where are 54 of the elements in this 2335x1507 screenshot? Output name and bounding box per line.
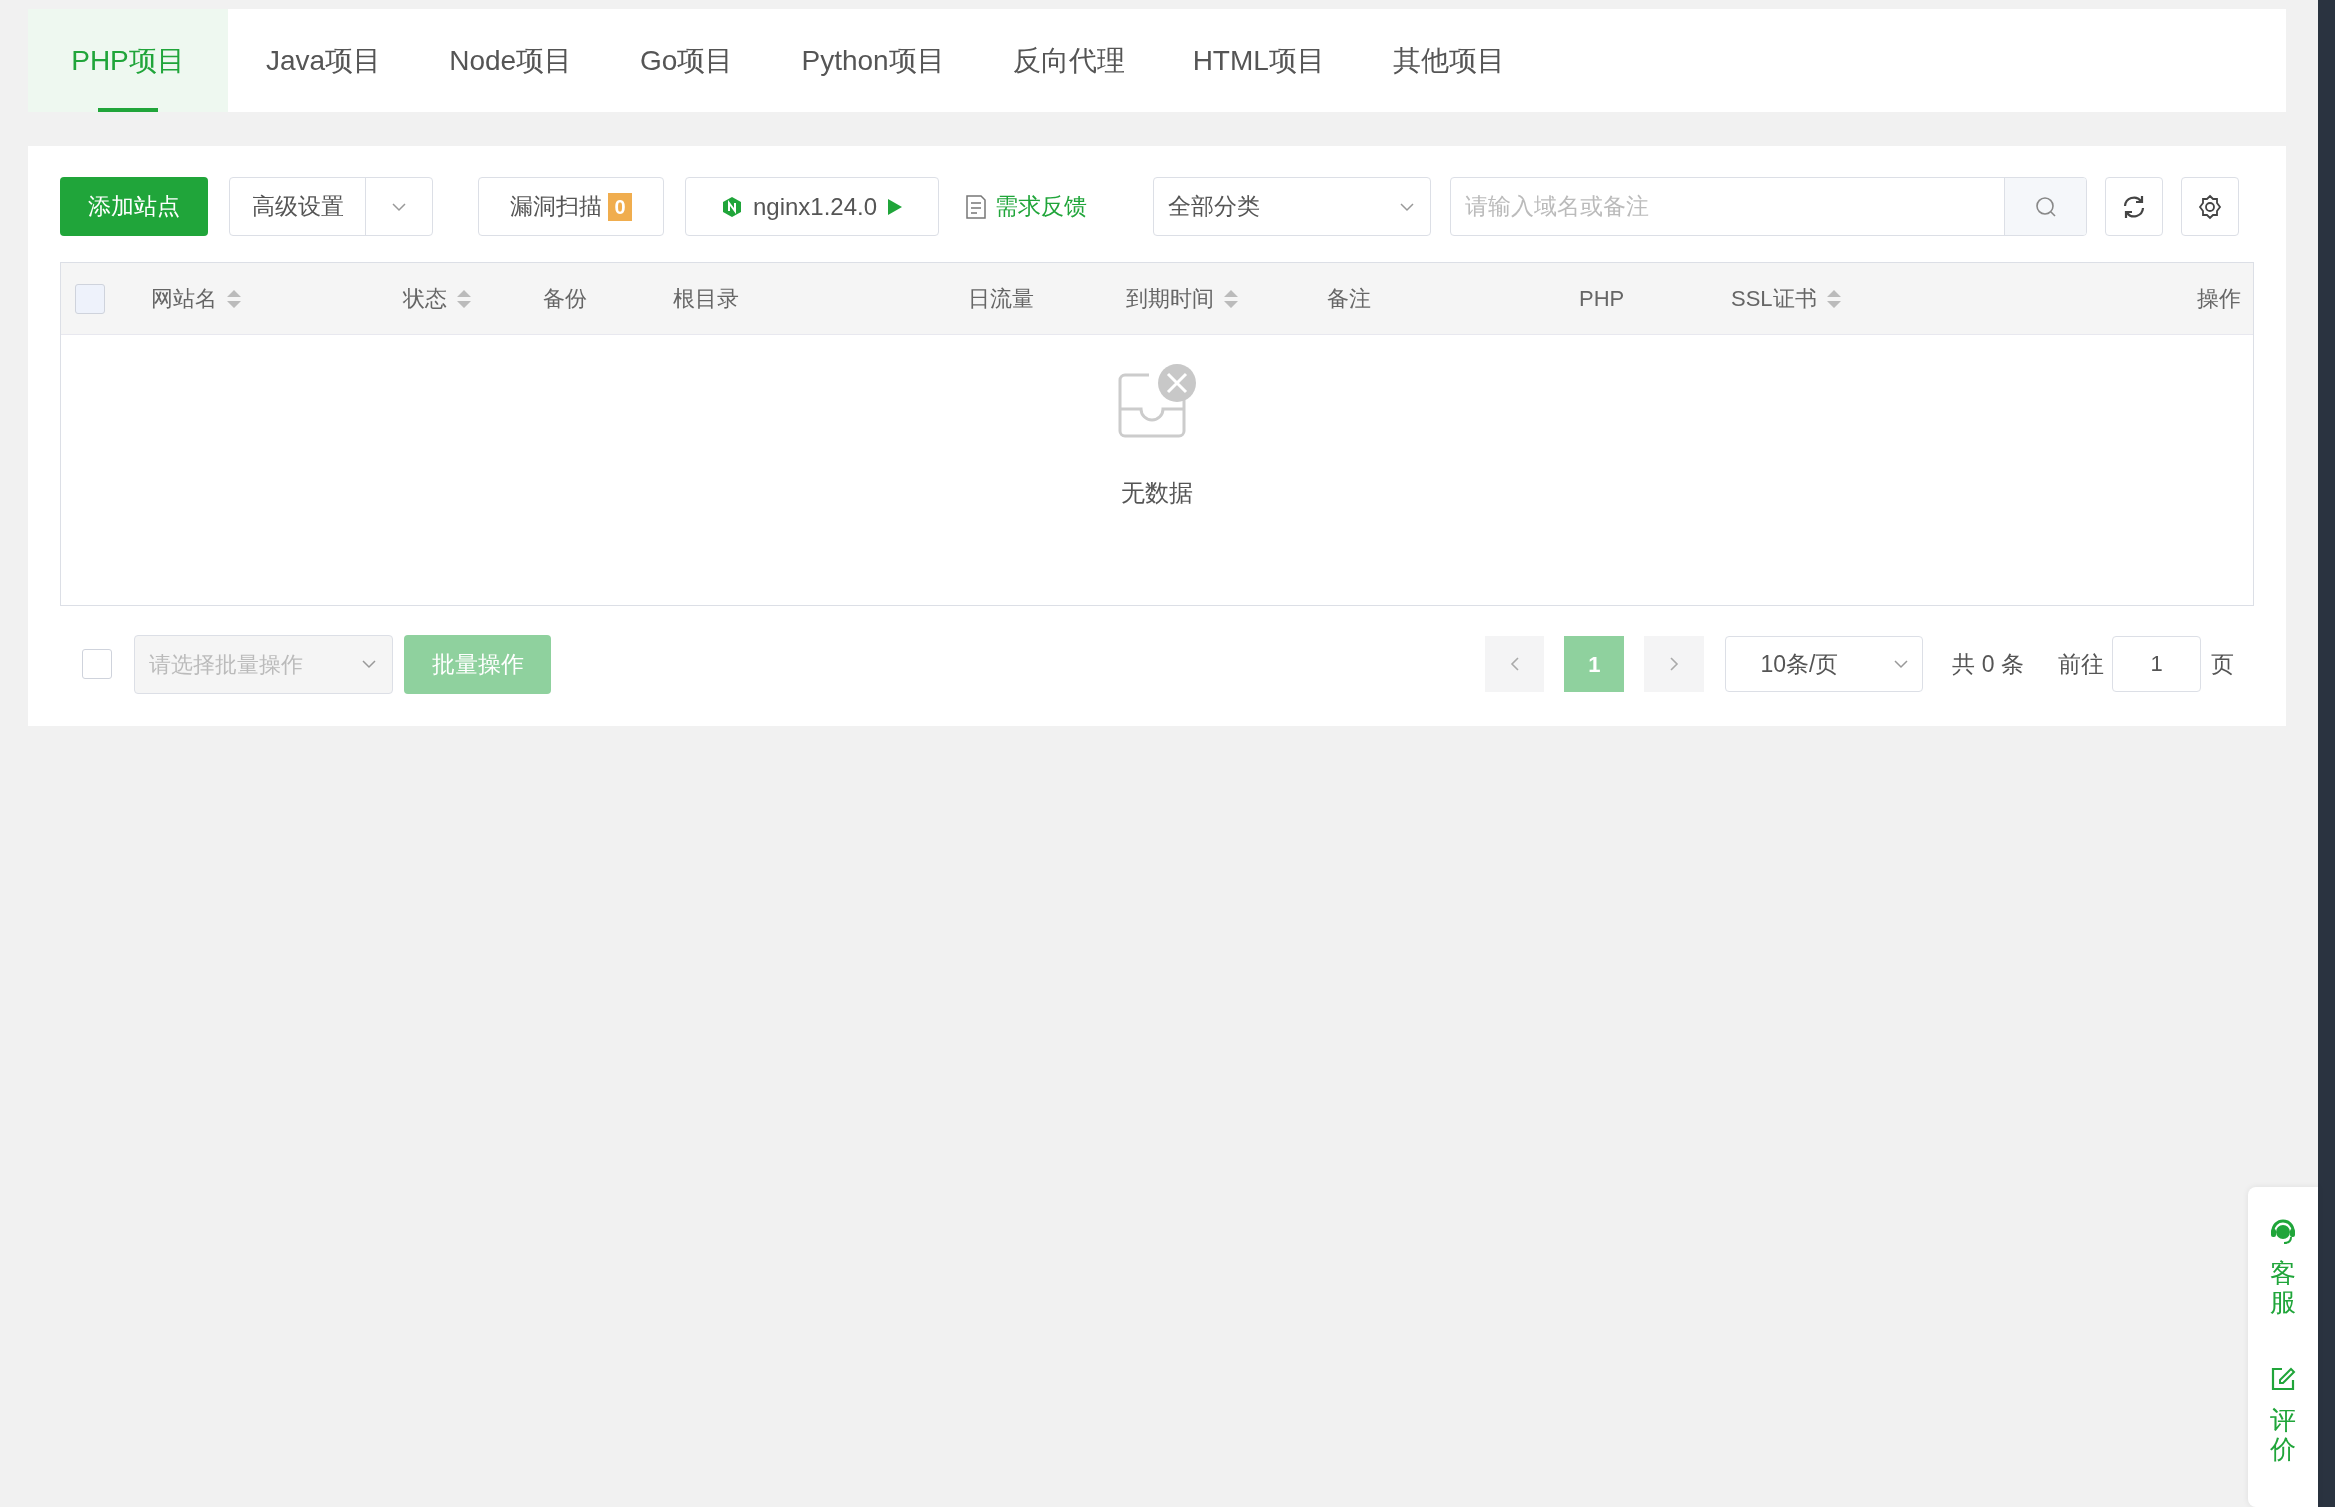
column-header[interactable]: PHP bbox=[1579, 282, 1625, 315]
column-header[interactable]: 网站名 bbox=[151, 282, 241, 315]
column-header[interactable]: 备份 bbox=[543, 282, 587, 315]
settings-icon bbox=[2197, 193, 2223, 220]
column-header[interactable]: 根目录 bbox=[673, 282, 739, 315]
review-button[interactable]: 评价 bbox=[2270, 1366, 2296, 1464]
search-field[interactable]: 请输入域名或备注 bbox=[1450, 177, 2087, 236]
category-select[interactable]: 全部分类 bbox=[1153, 177, 1431, 236]
previous-page-button[interactable] bbox=[1485, 636, 1545, 692]
page-input[interactable]: 1 bbox=[2112, 636, 2201, 692]
edit-icon bbox=[2270, 1366, 2296, 1393]
refresh-button[interactable] bbox=[2105, 177, 2163, 236]
sort-icon[interactable] bbox=[1224, 289, 1238, 308]
column-header[interactable]: 备注 bbox=[1327, 282, 1371, 315]
vulnerability-scan-button[interactable]: 漏洞扫描 0 bbox=[478, 177, 664, 236]
hexagon-icon bbox=[720, 195, 743, 218]
tab[interactable]: Node项目 bbox=[419, 9, 603, 112]
feedback-link[interactable]: 需求反馈 bbox=[965, 189, 1087, 224]
add-site-button[interactable]: 添加站点 bbox=[60, 177, 208, 236]
support-button[interactable]: 客服 bbox=[2269, 1217, 2297, 1317]
advanced-settings-button[interactable]: 高级设置 bbox=[229, 177, 433, 236]
sort-icon[interactable] bbox=[457, 289, 471, 308]
column-header[interactable]: SSL证书 bbox=[1731, 282, 1841, 315]
nginx-button[interactable]: nginx1.24.0 bbox=[685, 177, 939, 236]
headset-icon bbox=[2269, 1217, 2297, 1245]
page-size-select[interactable]: 10条/页 bbox=[1725, 636, 1924, 692]
column-header[interactable]: 操作 bbox=[2197, 282, 2241, 315]
tab[interactable]: Java项目 bbox=[236, 9, 412, 112]
total-count: 共 0 条 bbox=[1952, 649, 2024, 679]
checkbox[interactable] bbox=[82, 649, 112, 679]
tab[interactable]: Python项目 bbox=[771, 9, 975, 112]
column-header[interactable]: 到期时间 bbox=[1126, 282, 1238, 315]
settings-button[interactable] bbox=[2181, 177, 2239, 236]
page-unit-label: 页 bbox=[2211, 649, 2234, 679]
search-icon bbox=[2033, 194, 2058, 219]
tab[interactable]: HTML项目 bbox=[1162, 9, 1355, 112]
search-button[interactable] bbox=[2004, 178, 2086, 235]
refresh-icon bbox=[2121, 193, 2147, 220]
sort-icon[interactable] bbox=[1826, 289, 1841, 308]
sort-icon[interactable] bbox=[227, 289, 241, 308]
column-header[interactable]: 日流量 bbox=[968, 282, 1034, 315]
checkbox[interactable] bbox=[75, 283, 105, 314]
search-input[interactable]: 请输入域名或备注 bbox=[1451, 178, 2004, 235]
empty-message: 无数据 bbox=[1121, 478, 1193, 508]
tab[interactable]: 其他项目 bbox=[1362, 9, 1535, 112]
goto-label: 前往 bbox=[2058, 649, 2104, 679]
tab[interactable]: Go项目 bbox=[610, 9, 764, 112]
count-badge: 0 bbox=[608, 192, 632, 221]
tab[interactable]: 反向代理 bbox=[982, 9, 1155, 112]
column-header[interactable]: 状态 bbox=[403, 282, 471, 315]
tab[interactable]: PHP项目 bbox=[28, 9, 228, 112]
next-page-button[interactable] bbox=[1644, 636, 1705, 692]
note-icon bbox=[965, 193, 987, 220]
play-icon bbox=[887, 197, 904, 216]
